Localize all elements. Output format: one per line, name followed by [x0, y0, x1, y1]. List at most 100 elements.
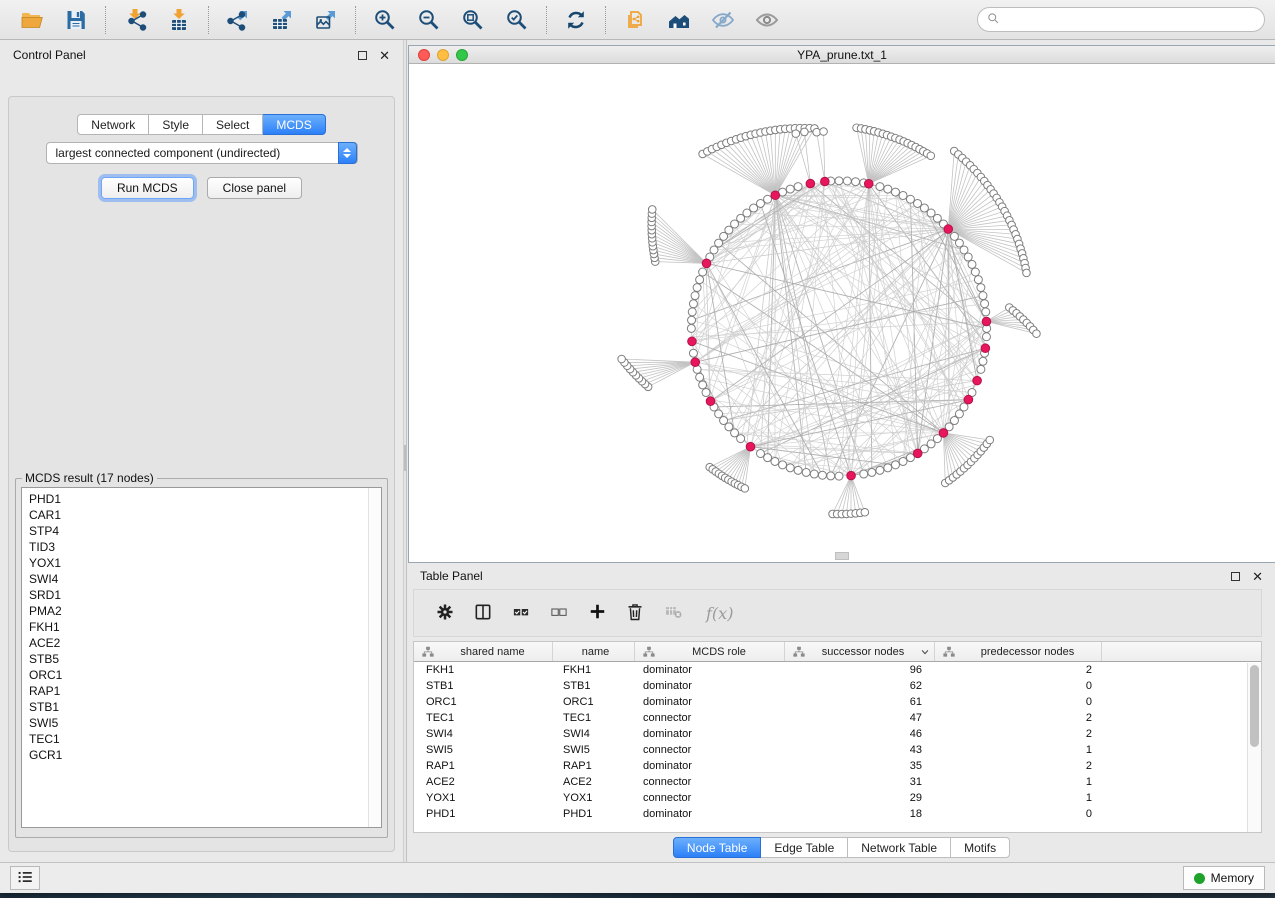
cell-shared-name[interactable]: RAP1 — [414, 760, 553, 772]
cell-successor-nodes[interactable]: 46 — [785, 728, 935, 740]
cell-predecessor-nodes[interactable]: 2 — [935, 728, 1102, 740]
mcds-result-item[interactable]: PMA2 — [29, 603, 381, 619]
cell-predecessor-nodes[interactable]: 2 — [935, 712, 1102, 724]
zoom-in-button[interactable] — [372, 6, 398, 34]
cell-MCDS-role[interactable]: dominator — [635, 664, 785, 676]
tab-network[interactable]: Network — [77, 114, 149, 135]
cell-successor-nodes[interactable]: 43 — [785, 744, 935, 756]
select-all-rows-button[interactable] — [508, 600, 534, 626]
cell-name[interactable]: RAP1 — [553, 760, 635, 772]
column-header-name[interactable]: name — [553, 642, 635, 661]
cell-MCDS-role[interactable]: connector — [635, 744, 785, 756]
hide-selected-button[interactable] — [710, 6, 736, 34]
create-column-button[interactable] — [584, 600, 610, 626]
save-session-button[interactable] — [63, 6, 89, 34]
cell-MCDS-role[interactable]: dominator — [635, 808, 785, 820]
close-panel-button[interactable]: Close panel — [207, 177, 302, 199]
cell-predecessor-nodes[interactable]: 1 — [935, 744, 1102, 756]
mcds-list-scrollbar[interactable] — [368, 488, 381, 827]
table-row[interactable]: ORC1ORC1dominator610 — [414, 694, 1261, 710]
cell-shared-name[interactable]: SWI4 — [414, 728, 553, 740]
mcds-result-item[interactable]: FKH1 — [29, 619, 381, 635]
cell-shared-name[interactable]: ACE2 — [414, 776, 553, 788]
cell-name[interactable]: SWI5 — [553, 744, 635, 756]
mcds-result-item[interactable]: RAP1 — [29, 683, 381, 699]
cell-MCDS-role[interactable]: dominator — [635, 696, 785, 708]
cell-successor-nodes[interactable]: 61 — [785, 696, 935, 708]
mcds-result-item[interactable]: TEC1 — [29, 731, 381, 747]
cell-predecessor-nodes[interactable]: 2 — [935, 760, 1102, 772]
task-history-button[interactable] — [10, 866, 40, 890]
zoom-out-button[interactable] — [416, 6, 442, 34]
cell-name[interactable]: ORC1 — [553, 696, 635, 708]
import-table-button[interactable] — [166, 6, 192, 34]
close-panel-icon[interactable]: ✕ — [379, 51, 390, 60]
cell-successor-nodes[interactable]: 47 — [785, 712, 935, 724]
cell-name[interactable]: ACE2 — [553, 776, 635, 788]
network-canvas[interactable] — [409, 64, 1275, 562]
mcds-result-item[interactable]: CAR1 — [29, 507, 381, 523]
export-image-button[interactable] — [313, 6, 339, 34]
network-graph[interactable] — [409, 64, 1275, 562]
cell-name[interactable]: STB1 — [553, 680, 635, 692]
table-settings-button[interactable] — [432, 600, 458, 626]
close-table-panel-icon[interactable]: ✕ — [1252, 572, 1263, 581]
mcds-result-item[interactable]: PHD1 — [29, 491, 381, 507]
clone-network-button[interactable] — [622, 6, 648, 34]
cell-MCDS-role[interactable]: connector — [635, 712, 785, 724]
mcds-result-item[interactable]: SWI4 — [29, 571, 381, 587]
tab-network-table[interactable]: Network Table — [848, 837, 951, 858]
search-input[interactable] — [1006, 13, 1256, 27]
first-neighbors-button[interactable] — [666, 6, 692, 34]
mcds-result-item[interactable]: ORC1 — [29, 667, 381, 683]
table-row[interactable]: SWI5SWI5connector431 — [414, 742, 1261, 758]
mcds-result-item[interactable]: SRD1 — [29, 587, 381, 603]
deselect-all-rows-button[interactable] — [546, 600, 572, 626]
tab-motifs[interactable]: Motifs — [951, 837, 1010, 858]
cell-successor-nodes[interactable]: 31 — [785, 776, 935, 788]
tab-mcds[interactable]: MCDS — [263, 114, 325, 135]
cell-name[interactable]: YOX1 — [553, 792, 635, 804]
cell-shared-name[interactable]: STB1 — [414, 680, 553, 692]
cell-predecessor-nodes[interactable]: 0 — [935, 808, 1102, 820]
window-zoom-icon[interactable] — [456, 49, 468, 61]
float-table-panel-icon[interactable] — [1231, 572, 1240, 581]
cell-shared-name[interactable]: SWI5 — [414, 744, 553, 756]
mcds-result-item[interactable]: STP4 — [29, 523, 381, 539]
mcds-result-item[interactable]: STB1 — [29, 699, 381, 715]
column-header-successor-nodes[interactable]: successor nodes — [785, 642, 935, 661]
run-mcds-button[interactable]: Run MCDS — [101, 177, 194, 199]
network-window-titlebar[interactable]: YPA_prune.txt_1 — [409, 46, 1275, 64]
cell-MCDS-role[interactable]: dominator — [635, 680, 785, 692]
cell-MCDS-role[interactable]: dominator — [635, 760, 785, 772]
table-row[interactable]: RAP1RAP1dominator352 — [414, 758, 1261, 774]
float-panel-icon[interactable] — [358, 51, 367, 60]
cell-successor-nodes[interactable]: 29 — [785, 792, 935, 804]
cell-name[interactable]: PHD1 — [553, 808, 635, 820]
optimization-criterion-select[interactable]: largest connected component (undirected) — [46, 142, 358, 164]
tab-select[interactable]: Select — [203, 114, 263, 135]
window-minimize-icon[interactable] — [437, 49, 449, 61]
tab-edge-table[interactable]: Edge Table — [761, 837, 848, 858]
window-close-icon[interactable] — [418, 49, 430, 61]
show-all-button[interactable] — [754, 6, 780, 34]
table-row[interactable]: ACE2ACE2connector311 — [414, 774, 1261, 790]
zoom-fit-button[interactable] — [460, 6, 486, 34]
cell-MCDS-role[interactable]: connector — [635, 776, 785, 788]
cell-successor-nodes[interactable]: 96 — [785, 664, 935, 676]
column-header-MCDS-role[interactable]: MCDS role — [635, 642, 785, 661]
cell-predecessor-nodes[interactable]: 0 — [935, 696, 1102, 708]
cell-successor-nodes[interactable]: 35 — [785, 760, 935, 772]
table-row[interactable]: SWI4SWI4dominator462 — [414, 726, 1261, 742]
table-scrollbar-thumb[interactable] — [1250, 665, 1259, 747]
export-table-button[interactable] — [269, 6, 295, 34]
mcds-result-item[interactable]: YOX1 — [29, 555, 381, 571]
cell-MCDS-role[interactable]: dominator — [635, 728, 785, 740]
cell-name[interactable]: SWI4 — [553, 728, 635, 740]
cell-shared-name[interactable]: ORC1 — [414, 696, 553, 708]
table-scrollbar[interactable] — [1247, 663, 1261, 832]
cell-successor-nodes[interactable]: 18 — [785, 808, 935, 820]
panel-layout-button[interactable] — [470, 600, 496, 626]
table-row[interactable]: YOX1YOX1connector291 — [414, 790, 1261, 806]
tab-node-table[interactable]: Node Table — [673, 837, 762, 858]
